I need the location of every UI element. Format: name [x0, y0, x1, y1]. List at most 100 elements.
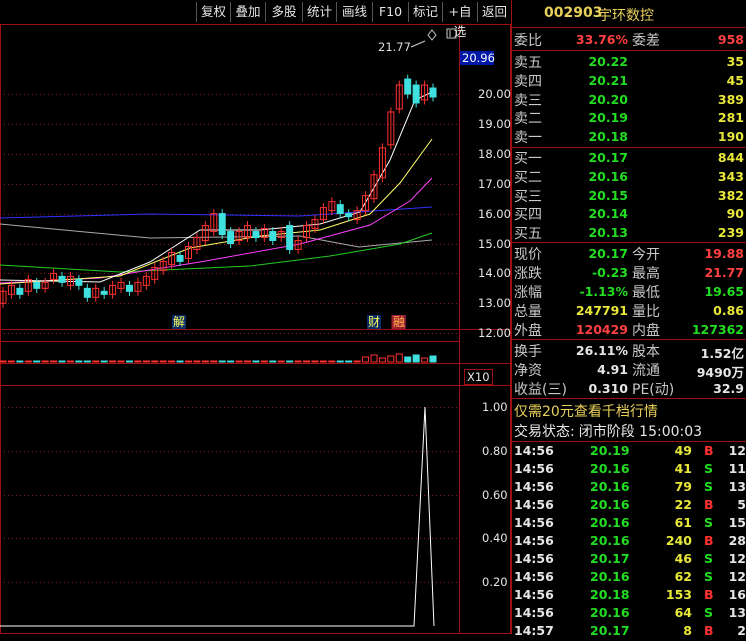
- candle-body: [176, 254, 184, 262]
- asks-volume: 190: [717, 129, 744, 145]
- volume-bar: [421, 357, 429, 363]
- stock-name: 宇环数控: [598, 8, 654, 24]
- asks-label: 卖三: [514, 92, 542, 109]
- asks-volume: 389: [717, 91, 744, 107]
- volume-bar: [294, 360, 302, 363]
- high-price-label: 21.77: [378, 40, 411, 54]
- tick-time: 14:56: [514, 605, 554, 620]
- event-tag-unlock[interactable]: 解: [172, 315, 187, 329]
- stat-label: 现价: [514, 247, 542, 263]
- asks-price: 20.22: [588, 54, 628, 69]
- stat-label: 内盘: [632, 323, 660, 339]
- toolbar-button-0[interactable]: 复权: [196, 2, 230, 22]
- sep-2: [512, 50, 746, 51]
- toolbar-button-1[interactable]: 叠加: [230, 2, 265, 22]
- tick-n: 11: [728, 461, 746, 476]
- candle-body: [58, 275, 66, 283]
- level2-promo-link[interactable]: 仅需20元查看千档行情: [514, 401, 658, 421]
- toolbar-button-6[interactable]: 标记: [408, 2, 442, 22]
- price-axis-label: 16.00: [478, 206, 511, 221]
- tick-row[interactable]: 14:57 20.17 8 B 2: [514, 623, 746, 641]
- margin-tag-highlight: [391, 315, 405, 329]
- candle-body: [345, 213, 353, 218]
- candle-body: [100, 290, 108, 295]
- stat-value: 0.86: [713, 303, 744, 318]
- tick-row[interactable]: 14:56 20.19 49 B 12: [514, 443, 746, 461]
- bids-volume: 90: [726, 206, 744, 222]
- tick-row[interactable]: 14:56 20.16 79 S 13: [514, 479, 746, 497]
- tick-row[interactable]: 14:56 20.18 153 B 16: [514, 587, 746, 605]
- tick-row[interactable]: 14:56 20.16 240 B 28: [514, 533, 746, 551]
- candle-body: [33, 281, 41, 289]
- event-tag-finance[interactable]: 财: [367, 315, 382, 329]
- volume-bar: [362, 356, 370, 363]
- stat-label: 量比: [632, 304, 660, 320]
- price-axis-label: 19.00: [478, 116, 511, 131]
- bids-volume: 382: [717, 187, 744, 203]
- tick-row[interactable]: 14:56 20.16 22 B 5: [514, 497, 746, 515]
- asks-volume: 35: [726, 54, 744, 69]
- current-price-label: 20.96: [462, 51, 495, 65]
- tick-side: S: [704, 515, 714, 530]
- volume-bar: [109, 360, 117, 363]
- tick-time: 14:56: [514, 587, 554, 602]
- tick-row[interactable]: 14:56 20.17 46 S 12: [514, 551, 746, 569]
- tick-row[interactable]: 14:56 20.16 62 S 12: [514, 569, 746, 587]
- volume-bar: [429, 355, 437, 363]
- price-axis-label: 15.00: [478, 236, 511, 251]
- tick-vol: 46: [674, 551, 692, 566]
- volume-bar: [370, 354, 378, 363]
- bids-label: 买四: [514, 207, 542, 224]
- volume-bar: [328, 360, 336, 363]
- tick-vol: 62: [674, 569, 692, 584]
- volume-bar: [286, 360, 294, 363]
- asks-volume: 281: [717, 110, 744, 126]
- volume-bar: [387, 355, 395, 363]
- tick-n: 15: [728, 515, 746, 530]
- tick-n: 13: [728, 605, 746, 620]
- indicator-axis-label: 1.00: [482, 399, 508, 414]
- tick-price: 20.16: [590, 605, 630, 620]
- diamond-icon[interactable]: [427, 29, 437, 41]
- tick-n: 12: [728, 551, 746, 566]
- bids-label: 买三: [514, 188, 542, 205]
- asks-price: 20.20: [588, 91, 628, 107]
- volume-bar: [117, 360, 125, 363]
- stat-label: 外盘: [514, 323, 542, 339]
- stat-value: 19.88: [704, 246, 744, 261]
- tick-n: 2: [737, 623, 746, 638]
- tick-side: B: [704, 587, 714, 602]
- diff-value: 958: [717, 32, 744, 47]
- tick-price: 20.16: [590, 461, 630, 476]
- tick-time: 14:57: [514, 623, 554, 638]
- toolbar-button-3[interactable]: 统计: [302, 2, 336, 22]
- price-axis-label: 17.00: [478, 176, 511, 191]
- volume-bar: [218, 360, 226, 363]
- bids-label: 买一: [514, 151, 542, 167]
- tick-row[interactable]: 14:56 20.16 64 S 13: [514, 605, 746, 623]
- tick-vol: 64: [674, 605, 692, 620]
- bids-price: 20.13: [588, 225, 628, 241]
- tick-vol: 153: [665, 587, 692, 602]
- tick-row[interactable]: 14:56 20.16 41 S 11: [514, 461, 746, 479]
- kline-chart-area[interactable]: [0, 0, 511, 634]
- toolbar-button-2[interactable]: 多股: [265, 2, 302, 22]
- high-marker-arrow: [410, 40, 426, 48]
- price-axis-label: 18.00: [478, 146, 511, 161]
- candle-body: [252, 231, 260, 239]
- sep-1: [512, 27, 746, 28]
- toolbar-button-4[interactable]: 画线: [336, 2, 372, 22]
- candle-body: [218, 213, 226, 236]
- volume-bar: [269, 360, 277, 363]
- volume-bar: [184, 360, 192, 363]
- toolbar-button-5[interactable]: F10: [372, 2, 408, 22]
- tick-row[interactable]: 14:56 20.16 61 S 15: [514, 515, 746, 533]
- toolbar-button-8[interactable]: 返回: [477, 2, 511, 22]
- tick-n: 12: [728, 569, 746, 584]
- tick-side: B: [704, 497, 714, 512]
- bids-volume: 239: [717, 225, 744, 241]
- volume-bar: [378, 357, 386, 363]
- bids-volume: 343: [717, 168, 744, 184]
- stat-label: PE(动): [632, 382, 675, 398]
- toolbar-button-7[interactable]: +自选: [442, 2, 477, 39]
